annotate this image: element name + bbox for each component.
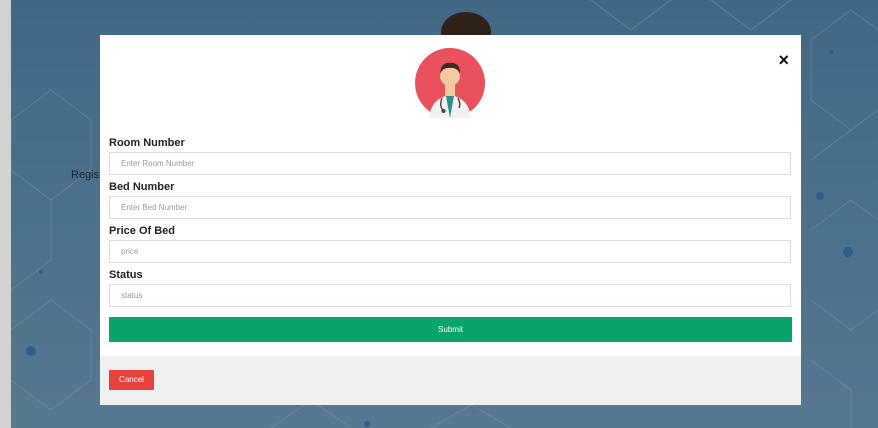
status-input[interactable]: status (109, 284, 791, 307)
bed-number-input[interactable]: Enter Bed Number (109, 196, 791, 219)
modal-footer: Cancel (100, 356, 801, 405)
add-bed-modal: × Room Number Enter Room Number Bed Numb… (100, 35, 801, 405)
price-of-bed-label: Price Of Bed (109, 225, 176, 237)
doctor-avatar-icon (415, 48, 485, 118)
room-number-input[interactable]: Enter Room Number (109, 152, 791, 175)
price-of-bed-input[interactable]: price (109, 240, 791, 263)
cancel-button[interactable]: Cancel (109, 370, 154, 390)
submit-button[interactable]: Submit (109, 317, 792, 342)
close-icon[interactable]: × (778, 51, 789, 69)
status-label: Status (109, 269, 143, 281)
room-number-label: Room Number (109, 137, 185, 149)
bed-number-label: Bed Number (109, 181, 175, 193)
